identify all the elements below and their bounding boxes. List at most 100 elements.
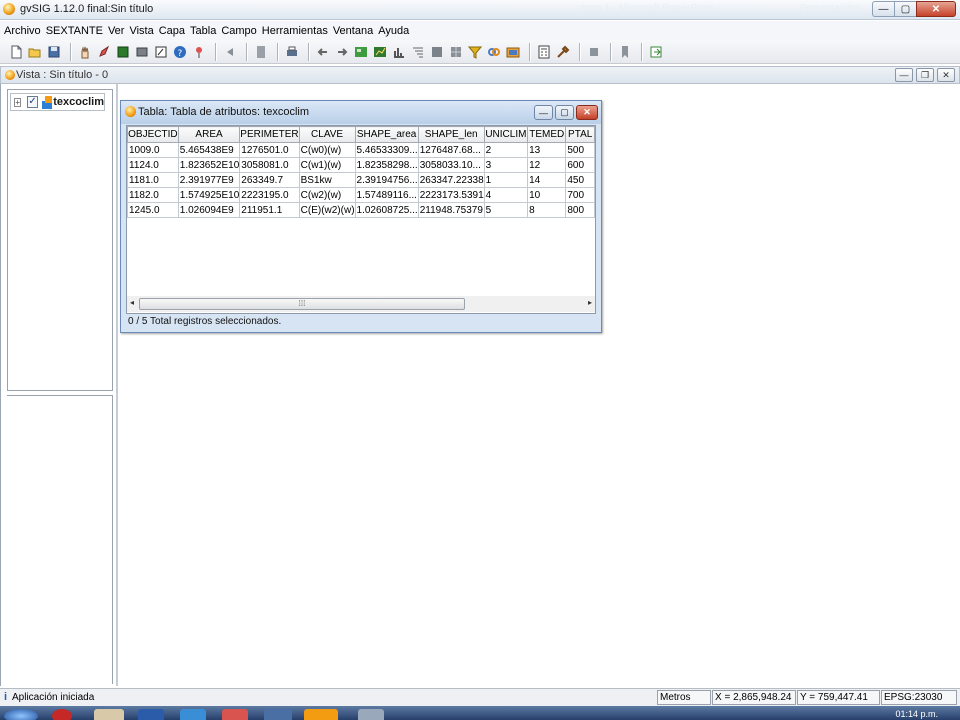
chart-icon[interactable] bbox=[372, 44, 388, 60]
layers-icon[interactable] bbox=[134, 44, 150, 60]
column-header[interactable]: UNICLIM bbox=[483, 126, 529, 143]
hand-tool-icon[interactable] bbox=[77, 44, 93, 60]
table-row[interactable]: 1124.0 1.823652E10 3058081.0 C(w1)(w) 1.… bbox=[127, 157, 595, 173]
table-cell[interactable]: 2.39194756... bbox=[354, 172, 419, 188]
export-icon[interactable] bbox=[648, 44, 664, 60]
table-cell[interactable]: 1181.0 bbox=[127, 172, 179, 188]
table-cell[interactable]: 500 bbox=[565, 142, 595, 158]
close-button[interactable]: ✕ bbox=[916, 1, 956, 17]
table-cell[interactable]: 211951.1 bbox=[239, 202, 300, 218]
table-cell[interactable]: 1182.0 bbox=[127, 187, 179, 203]
attribute-table-titlebar[interactable]: Tabla: Tabla de atributos: texcoclim — ▢… bbox=[121, 101, 601, 124]
table-cell[interactable]: 1276501.0 bbox=[239, 142, 300, 158]
table-cell[interactable]: 600 bbox=[565, 157, 595, 173]
table-minimize-button[interactable]: — bbox=[534, 105, 553, 120]
table-cell[interactable]: 1.57489116... bbox=[354, 187, 419, 203]
rocket-icon[interactable] bbox=[96, 44, 112, 60]
table-cell[interactable]: 700 bbox=[565, 187, 595, 203]
print-icon[interactable] bbox=[284, 44, 300, 60]
layer-add-icon[interactable] bbox=[505, 44, 521, 60]
open-folder-icon[interactable] bbox=[27, 44, 43, 60]
taskbar-app-icon[interactable] bbox=[94, 709, 124, 720]
back-arrow-icon[interactable] bbox=[222, 44, 238, 60]
table-row[interactable]: 1245.0 1.026094E9 211951.1 C(E)(w2)(w) 1… bbox=[127, 202, 595, 218]
table-cell[interactable]: C(w0)(w) bbox=[298, 142, 356, 158]
table-cell[interactable]: 13 bbox=[527, 142, 567, 158]
scroll-thumb[interactable]: ⁞⁞⁞ bbox=[139, 298, 465, 310]
column-header[interactable]: CLAVE bbox=[298, 126, 356, 143]
menu-ayuda[interactable]: Ayuda bbox=[376, 25, 411, 37]
stop-icon[interactable] bbox=[586, 44, 602, 60]
table-cell[interactable]: 1009.0 bbox=[127, 142, 179, 158]
save-icon[interactable] bbox=[46, 44, 62, 60]
table-cell[interactable]: 263347.22338 bbox=[417, 172, 485, 188]
view-close-button[interactable]: ✕ bbox=[937, 68, 955, 82]
column-header[interactable]: PTAL bbox=[565, 126, 595, 143]
table-cell[interactable]: C(E)(w2)(w) bbox=[298, 202, 356, 218]
table-cell[interactable]: 1124.0 bbox=[127, 157, 179, 173]
scroll-right-icon[interactable]: ▸ bbox=[588, 298, 592, 307]
table-cell[interactable]: 8 bbox=[527, 202, 567, 218]
table-cell[interactable]: 1.026094E9 bbox=[177, 202, 241, 218]
table-cell[interactable]: 10 bbox=[527, 187, 567, 203]
grid-icon[interactable] bbox=[429, 44, 445, 60]
table-cell[interactable]: 2 bbox=[483, 142, 529, 158]
table-cell[interactable]: 2223173.5391 bbox=[417, 187, 485, 203]
table-cell[interactable]: 2.391977E9 bbox=[177, 172, 241, 188]
menu-ventana[interactable]: Ventana bbox=[331, 25, 375, 37]
taskbar-app-icon[interactable] bbox=[264, 709, 292, 720]
horizontal-scrollbar[interactable]: ◂ ⁞⁞⁞ ▸ bbox=[127, 296, 595, 312]
table-cell[interactable]: 211948.75379 bbox=[417, 202, 485, 218]
table-cell[interactable]: C(w2)(w) bbox=[298, 187, 356, 203]
column-header[interactable]: SHAPE_len bbox=[417, 126, 485, 143]
table-cell[interactable]: 1276487.68... bbox=[417, 142, 485, 158]
table-cell[interactable]: 1.82358298... bbox=[354, 157, 419, 173]
table-cell[interactable]: 2223195.0 bbox=[239, 187, 300, 203]
filter-icon[interactable] bbox=[467, 44, 483, 60]
table-cell[interactable]: 14 bbox=[527, 172, 567, 188]
taskbar-app-icon[interactable] bbox=[222, 709, 248, 720]
table-cell[interactable]: 5.465438E9 bbox=[177, 142, 241, 158]
column-header[interactable]: AREA bbox=[177, 126, 241, 143]
table-cell[interactable]: 450 bbox=[565, 172, 595, 188]
new-file-icon[interactable] bbox=[8, 44, 24, 60]
taskbar-app-icon[interactable] bbox=[180, 709, 206, 720]
table-cell[interactable]: C(w1)(w) bbox=[298, 157, 356, 173]
crs-field[interactable]: EPSG:23030 bbox=[881, 690, 957, 705]
table-row[interactable]: 1181.0 2.391977E9 263349.7 BS1kw 2.39194… bbox=[127, 172, 595, 188]
panel-splitter[interactable] bbox=[116, 84, 118, 686]
start-button[interactable] bbox=[4, 709, 38, 720]
table-cell[interactable]: 1.823652E10 bbox=[177, 157, 241, 173]
table-cell[interactable]: 1.02608725... bbox=[354, 202, 419, 218]
column-header[interactable]: SHAPE_area bbox=[354, 126, 419, 143]
layer-visibility-checkbox[interactable]: ✓ bbox=[27, 96, 38, 108]
link-icon[interactable] bbox=[486, 44, 502, 60]
maximize-button[interactable]: ▢ bbox=[894, 1, 916, 17]
column-header[interactable]: OBJECTID bbox=[127, 126, 179, 143]
table-cell[interactable]: 1 bbox=[483, 172, 529, 188]
menu-capa[interactable]: Capa bbox=[157, 25, 187, 37]
menu-archivo[interactable]: Archivo bbox=[2, 25, 43, 37]
table-cell[interactable]: 800 bbox=[565, 202, 595, 218]
menu-vista[interactable]: Vista bbox=[127, 25, 155, 37]
statistics-icon[interactable] bbox=[391, 44, 407, 60]
table-row[interactable]: 1009.0 5.465438E9 1276501.0 C(w0)(w) 5.4… bbox=[127, 142, 595, 158]
table-cell[interactable]: 3058081.0 bbox=[239, 157, 300, 173]
calc-icon[interactable] bbox=[536, 44, 552, 60]
right-arrow-icon[interactable] bbox=[334, 44, 350, 60]
table-icon[interactable] bbox=[353, 44, 369, 60]
taskbar-app-icon[interactable] bbox=[304, 709, 338, 720]
table-row[interactable]: 1182.0 1.574925E10 2223195.0 C(w2)(w) 1.… bbox=[127, 187, 595, 203]
panel-icon[interactable] bbox=[115, 44, 131, 60]
expand-icon[interactable]: + bbox=[14, 97, 22, 107]
table-cell[interactable]: 3058033.10... bbox=[417, 157, 485, 173]
view-minimize-button[interactable]: — bbox=[895, 68, 913, 82]
table-cell[interactable]: 1245.0 bbox=[127, 202, 179, 218]
bookmark-icon[interactable] bbox=[617, 44, 633, 60]
pin-icon[interactable] bbox=[191, 44, 207, 60]
table-cell[interactable]: 5 bbox=[483, 202, 529, 218]
minimize-button[interactable]: — bbox=[872, 1, 894, 17]
menu-sextante[interactable]: SEXTANTE bbox=[44, 25, 105, 37]
table-cell[interactable]: BS1kw bbox=[298, 172, 356, 188]
column-header[interactable]: TEMED bbox=[527, 126, 567, 143]
